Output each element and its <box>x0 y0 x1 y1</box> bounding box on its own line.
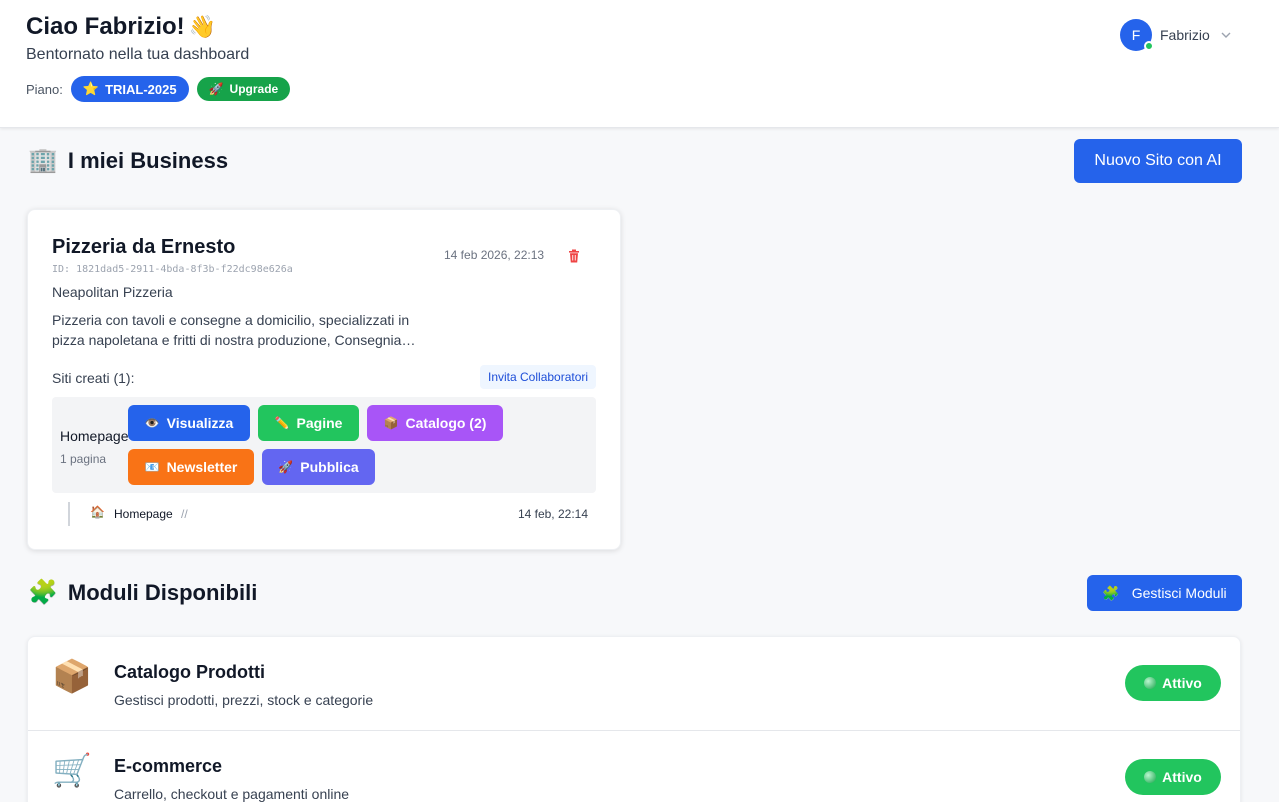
pencil-icon: ✏️ <box>274 416 290 430</box>
module-status-label: Attivo <box>1162 675 1202 691</box>
business-card: Pizzeria da Ernesto ID: 1821dad5-2911-4b… <box>27 209 621 550</box>
module-description: Carrello, checkout e pagamenti online <box>114 786 350 802</box>
business-description-line: pizza napoletana e fritti di nostra prod… <box>52 332 422 348</box>
business-category: Neapolitan Pizzeria <box>52 284 173 300</box>
catalog-button[interactable]: 📦 Catalogo (2) <box>367 405 503 441</box>
puzzle-icon: 🧩 <box>1102 584 1120 601</box>
business-section-title: 🏢 I miei Business <box>28 146 228 175</box>
module-title: Catalogo Prodotti <box>114 662 265 682</box>
rocket-icon: 🚀 <box>208 82 224 96</box>
upgrade-label: Upgrade <box>229 82 279 96</box>
new-ai-site-button[interactable]: Nuovo Sito con AI <box>1074 139 1242 183</box>
site-page-count: 1 pagina <box>60 452 107 466</box>
puzzle-icon: 🧩 <box>28 579 58 606</box>
module-status-toggle[interactable]: Attivo <box>1125 759 1221 795</box>
newsletter-label: Newsletter <box>166 459 238 475</box>
house-icon: 🏠 <box>90 505 105 519</box>
manage-modules-label: Gestisci Moduli <box>1131 585 1227 601</box>
newsletter-button[interactable]: 📧 Newsletter <box>128 449 254 485</box>
business-created-date: 14 feb 2026, 22:13 <box>444 248 545 262</box>
module-status-toggle[interactable]: Attivo <box>1125 665 1221 701</box>
greeting-subtitle: Bentornato nella tua dashboard <box>26 46 250 63</box>
chevron-down-icon <box>1221 32 1231 38</box>
email-icon: 📧 <box>144 460 160 474</box>
publish-label: Pubblica <box>300 459 359 475</box>
greeting-title: Ciao Fabrizio! 👋 <box>26 13 216 41</box>
plan-badge[interactable]: ⭐ TRIAL-2025 <box>70 76 189 102</box>
rocket-icon: 🚀 <box>278 460 294 474</box>
business-description: Pizzeria con tavoli e consegne a domicil… <box>52 310 422 350</box>
greeting-text: Ciao Fabrizio! <box>26 13 185 40</box>
business-id: ID: 1821dad5-2911-4bda-8f3b-f22dc98e626a <box>52 264 293 275</box>
user-menu[interactable]: F Fabrizio <box>1120 19 1232 51</box>
site-panel: Homepage 1 pagina 👁️ Visualizza ✏️ Pagin… <box>52 397 596 493</box>
module-description: Gestisci prodotti, prezzi, stock e categ… <box>114 692 374 708</box>
plan-name: TRIAL-2025 <box>105 81 177 97</box>
star-icon: ⭐ <box>82 81 100 96</box>
pages-button[interactable]: ✏️ Pagine <box>258 405 359 441</box>
avatar: F <box>1120 19 1154 51</box>
modules-section-title: 🧩 Moduli Disponibili <box>28 578 257 607</box>
invite-collaborators-button[interactable]: Invita Collaboratori <box>480 365 597 389</box>
module-item: 🛒 E-commerce Carrello, checkout e pagame… <box>28 730 1240 802</box>
pages-label: Pagine <box>296 415 343 431</box>
trash-icon[interactable] <box>568 249 580 263</box>
site-name: Homepage <box>60 428 129 444</box>
user-name: Fabrizio <box>1160 27 1210 43</box>
online-status-dot <box>1144 41 1154 51</box>
plan-label: Piano: <box>26 81 63 97</box>
office-building-icon: 🏢 <box>28 147 58 174</box>
status-dot-icon <box>1144 677 1157 689</box>
page-name: Homepage <box>114 507 173 521</box>
module-status-label: Attivo <box>1162 769 1202 785</box>
status-dot-icon <box>1144 771 1157 783</box>
modules-section-label: Moduli Disponibili <box>67 579 258 605</box>
view-site-label: Visualizza <box>166 415 234 431</box>
catalog-label: Catalogo (2) <box>405 415 487 431</box>
upgrade-button[interactable]: 🚀 Upgrade <box>196 77 291 101</box>
page-date: 14 feb, 22:14 <box>517 507 588 521</box>
business-name: Pizzeria da Ernesto <box>52 236 236 258</box>
sites-count-label: Siti creati (1): <box>52 370 135 386</box>
dashboard-header: Ciao Fabrizio! 👋 Bentornato nella tua das… <box>0 0 1279 128</box>
shopping-cart-icon: 🛒 <box>52 752 92 788</box>
package-icon: 📦 <box>52 658 92 694</box>
avatar-initial: F <box>1131 27 1141 43</box>
wave-icon: 👋 <box>188 14 217 39</box>
business-description-line: Pizzeria con tavoli e consegne a domicil… <box>52 312 410 328</box>
module-item: 📦 Catalogo Prodotti Gestisci prodotti, p… <box>28 637 1240 730</box>
page-path: // <box>181 507 188 521</box>
view-site-button[interactable]: 👁️ Visualizza <box>128 405 250 441</box>
package-icon: 📦 <box>383 416 399 430</box>
eye-icon: 👁️ <box>144 416 160 430</box>
tree-line <box>68 502 70 526</box>
page-list-item[interactable]: 🏠 Homepage // 14 feb, 22:14 <box>68 502 596 526</box>
business-section-label: I miei Business <box>67 147 229 173</box>
module-title: E-commerce <box>114 756 223 776</box>
manage-modules-button[interactable]: 🧩 Gestisci Moduli <box>1087 575 1242 611</box>
modules-list: 📦 Catalogo Prodotti Gestisci prodotti, p… <box>27 636 1241 802</box>
plan-row: Piano: ⭐ TRIAL-2025 🚀 Upgrade <box>26 76 291 102</box>
publish-button[interactable]: 🚀 Pubblica <box>262 449 375 485</box>
